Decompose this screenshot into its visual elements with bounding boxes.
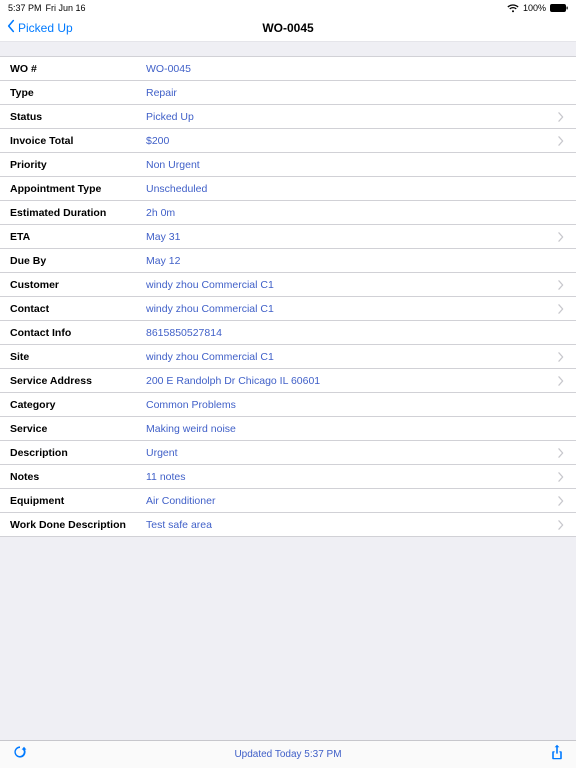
back-label: Picked Up — [18, 21, 73, 35]
detail-row[interactable]: Sitewindy zhou Commercial C1 — [0, 345, 576, 369]
row-label: Appointment Type — [10, 183, 146, 195]
chevron-right-icon — [558, 136, 564, 146]
row-label: Category — [10, 399, 146, 411]
detail-row: ServiceMaking weird noise — [0, 417, 576, 441]
bottom-toolbar: Updated Today 5:37 PM — [0, 740, 576, 768]
row-label: Notes — [10, 471, 146, 483]
detail-row[interactable]: Customerwindy zhou Commercial C1 — [0, 273, 576, 297]
row-value: Common Problems — [146, 399, 564, 411]
row-value: windy zhou Commercial C1 — [146, 351, 552, 363]
row-label: Customer — [10, 279, 146, 291]
chevron-right-icon — [558, 304, 564, 314]
status-time: 5:37 PM — [8, 3, 42, 13]
detail-row: Contact Info8615850527814 — [0, 321, 576, 345]
row-value: windy zhou Commercial C1 — [146, 279, 552, 291]
chevron-right-icon — [558, 448, 564, 458]
row-value: Urgent — [146, 447, 552, 459]
nav-bar: Picked Up WO-0045 — [0, 14, 576, 42]
row-value: 200 E Randolph Dr Chicago IL 60601 — [146, 375, 552, 387]
detail-row[interactable]: Service Address200 E Randolph Dr Chicago… — [0, 369, 576, 393]
row-label: Service — [10, 423, 146, 435]
row-label: Type — [10, 87, 146, 99]
battery-percent: 100% — [523, 3, 546, 13]
row-label: Contact — [10, 303, 146, 315]
row-value: Repair — [146, 87, 564, 99]
row-value: Making weird noise — [146, 423, 564, 435]
detail-row: Appointment TypeUnscheduled — [0, 177, 576, 201]
status-right: 100% — [507, 3, 568, 13]
chevron-left-icon — [4, 19, 18, 36]
status-date: Fri Jun 16 — [46, 3, 86, 13]
refresh-icon — [12, 744, 28, 765]
row-value: windy zhou Commercial C1 — [146, 303, 552, 315]
row-value: 8615850527814 — [146, 327, 564, 339]
chevron-right-icon — [558, 520, 564, 530]
row-label: Contact Info — [10, 327, 146, 339]
row-label: Priority — [10, 159, 146, 171]
row-value: 2h 0m — [146, 207, 564, 219]
back-button[interactable]: Picked Up — [4, 19, 73, 36]
row-value: Non Urgent — [146, 159, 564, 171]
detail-row[interactable]: Notes11 notes — [0, 465, 576, 489]
chevron-right-icon — [558, 472, 564, 482]
row-label: Description — [10, 447, 146, 459]
status-bar: 5:37 PM Fri Jun 16 100% — [0, 0, 576, 14]
detail-row[interactable]: Invoice Total$200 — [0, 129, 576, 153]
row-value: Test safe area — [146, 519, 552, 531]
share-button[interactable] — [550, 744, 564, 765]
row-label: WO # — [10, 63, 146, 75]
detail-row: Due ByMay 12 — [0, 249, 576, 273]
row-label: Site — [10, 351, 146, 363]
share-icon — [550, 744, 564, 765]
row-label: Service Address — [10, 375, 146, 387]
detail-row[interactable]: EquipmentAir Conditioner — [0, 489, 576, 513]
detail-row: WO #WO-0045 — [0, 57, 576, 81]
detail-row: Estimated Duration2h 0m — [0, 201, 576, 225]
chevron-right-icon — [558, 112, 564, 122]
chevron-right-icon — [558, 376, 564, 386]
detail-row[interactable]: ETAMay 31 — [0, 225, 576, 249]
detail-row: CategoryCommon Problems — [0, 393, 576, 417]
wifi-icon — [507, 4, 519, 13]
row-value: WO-0045 — [146, 63, 564, 75]
row-value: Picked Up — [146, 111, 552, 123]
row-value: $200 — [146, 135, 552, 147]
row-label: Estimated Duration — [10, 207, 146, 219]
row-label: Work Done Description — [10, 519, 146, 531]
detail-row: PriorityNon Urgent — [0, 153, 576, 177]
row-value: May 12 — [146, 255, 564, 267]
chevron-right-icon — [558, 280, 564, 290]
detail-row: TypeRepair — [0, 81, 576, 105]
row-label: Due By — [10, 255, 146, 267]
row-label: Equipment — [10, 495, 146, 507]
detail-row[interactable]: DescriptionUrgent — [0, 441, 576, 465]
chevron-right-icon — [558, 352, 564, 362]
updated-label: Updated Today 5:37 PM — [0, 749, 576, 760]
row-value: Air Conditioner — [146, 495, 552, 507]
detail-row[interactable]: Work Done DescriptionTest safe area — [0, 513, 576, 537]
row-label: ETA — [10, 231, 146, 243]
detail-row[interactable]: Contactwindy zhou Commercial C1 — [0, 297, 576, 321]
row-value: May 31 — [146, 231, 552, 243]
row-value: Unscheduled — [146, 183, 564, 195]
detail-list: WO #WO-0045TypeRepairStatusPicked UpInvo… — [0, 56, 576, 537]
row-label: Invoice Total — [10, 135, 146, 147]
battery-icon — [550, 4, 568, 12]
chevron-right-icon — [558, 232, 564, 242]
status-left: 5:37 PM Fri Jun 16 — [8, 3, 86, 13]
refresh-button[interactable] — [12, 744, 28, 765]
row-value: 11 notes — [146, 471, 552, 483]
row-label: Status — [10, 111, 146, 123]
chevron-right-icon — [558, 496, 564, 506]
page-title: WO-0045 — [262, 21, 313, 35]
detail-row[interactable]: StatusPicked Up — [0, 105, 576, 129]
